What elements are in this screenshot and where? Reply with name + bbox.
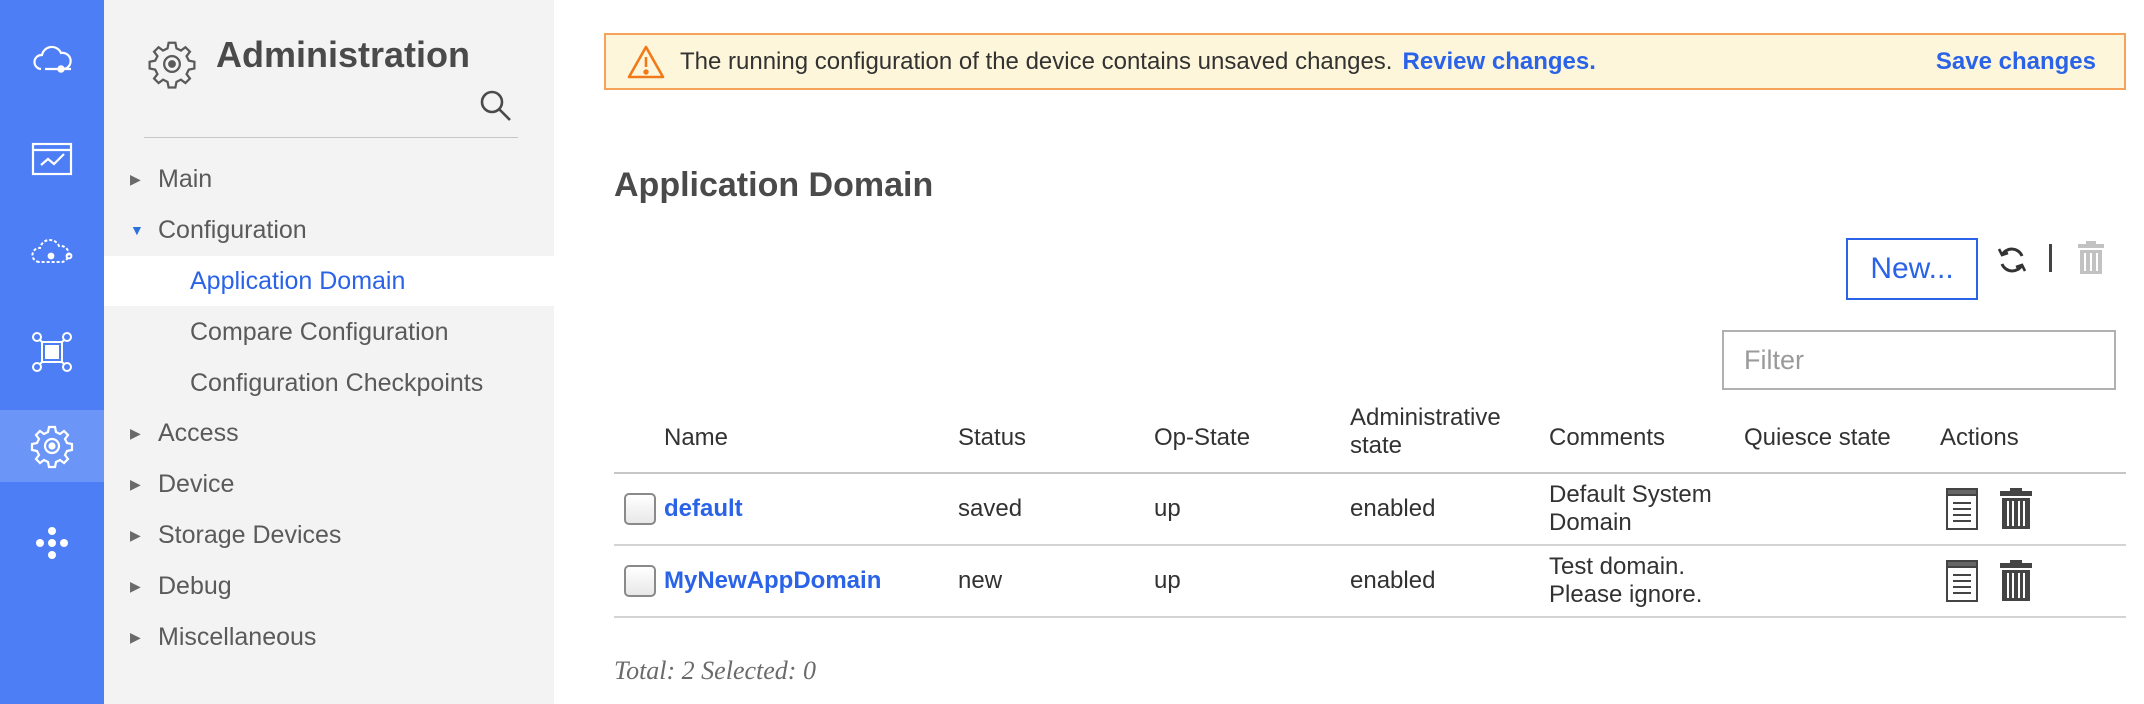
comments-cell: Test domain. Please ignore. [1549,553,1702,609]
rail-connectivity-button[interactable] [0,26,104,98]
comment-line: Default System [1549,481,1712,508]
rail-administration-button[interactable] [0,410,104,482]
domain-name-link[interactable]: MyNewAppDomain [664,567,881,595]
table-summary: Total: 2 Selected: 0 [614,656,816,685]
nav-item-label: Application Domain [190,266,406,295]
nav-item-label: Device [158,469,235,498]
save-changes-link[interactable]: Save changes [1936,48,2096,76]
nav-item-access[interactable]: ▶ Access [104,408,554,458]
column-header-name[interactable]: Name [664,424,728,452]
trash-icon[interactable] [1998,487,2034,531]
nav-item-application-domain[interactable]: Application Domain [104,256,554,306]
nav-item-storage-devices[interactable]: ▶ Storage Devices [104,510,554,560]
comment-line: Domain [1549,509,1632,536]
admin-state-cell: enabled [1350,567,1436,594]
navigation-panel: Administration ▶ Main ▼ Configuration Ap… [104,0,554,704]
trash-icon[interactable] [2074,240,2108,276]
banner-message: The running configuration of the device … [680,47,1393,75]
row-checkbox[interactable] [624,565,656,597]
warning-icon [627,45,665,78]
nav-item-miscellaneous[interactable]: ▶ Miscellaneous [104,612,554,662]
status-cell: new [958,567,1003,594]
caret-down-icon: ▼ [130,222,144,238]
gear-icon [148,41,196,89]
nav-title: Administration [216,34,471,75]
comment-line: Test domain. [1549,553,1686,580]
application-domain-table: Name Status Op-State Administrative stat… [614,400,2126,618]
icon-rail [0,0,104,704]
monitor-chart-icon [31,142,73,176]
nav-header: Administration [144,30,518,138]
caret-right-icon: ▶ [130,170,141,187]
gear-icon [30,425,74,469]
status-cell: saved [958,495,1023,522]
nav-item-main[interactable]: ▶ Main [104,154,554,204]
view-document-icon[interactable] [1944,559,1980,603]
unsaved-changes-banner: The running configuration of the device … [604,33,2126,90]
new-button[interactable]: New... [1846,238,1978,300]
nav-item-label: Access [158,418,239,447]
review-changes-link[interactable]: Review changes. [1402,48,1595,76]
caret-right-icon: ▶ [130,475,141,492]
caret-right-icon: ▶ [130,526,141,543]
nav-item-configuration-checkpoints[interactable]: Configuration Checkpoints [104,358,554,408]
refresh-icon[interactable] [1995,243,2029,277]
column-header-administrative-state[interactable]: Administrative state [1350,404,1501,460]
column-header-actions: Actions [1940,424,2019,451]
toolbar-separator [2049,244,2052,272]
table-row: MyNewAppDomain new up enabled Test domai… [614,546,2126,618]
table-header: Name Status Op-State Administrative stat… [614,400,2126,474]
nav-item-device[interactable]: ▶ Device [104,459,554,509]
caret-right-icon: ▶ [130,628,141,645]
rail-cloud-button[interactable] [0,218,104,290]
network-topology-icon [32,332,72,372]
nav-item-label: Configuration Checkpoints [190,368,484,397]
column-header-status[interactable]: Status [958,424,1026,452]
nav-item-label: Configuration [158,215,307,244]
column-header-line: Administrative [1350,404,1501,431]
column-header-line: state [1350,432,1403,459]
column-header-quiesce-state[interactable]: Quiesce state [1744,424,1891,452]
caret-right-icon: ▶ [130,424,141,441]
cloud-connect-icon [33,45,72,73]
filter-input[interactable] [1722,330,2116,390]
view-document-icon[interactable] [1944,487,1980,531]
opstate-cell: up [1154,567,1181,594]
nav-item-configuration[interactable]: ▼ Configuration [104,205,554,255]
apps-dots-icon [36,527,68,559]
opstate-cell: up [1154,495,1181,522]
nav-item-label: Storage Devices [158,520,342,549]
admin-state-cell: enabled [1350,495,1436,522]
cloud-network-icon [31,238,73,263]
nav-item-debug[interactable]: ▶ Debug [104,561,554,611]
caret-right-icon: ▶ [130,577,141,594]
rail-topology-button[interactable] [0,316,104,388]
table-row: default saved up enabled Default System … [614,474,2126,546]
rail-apps-button[interactable] [0,508,104,580]
row-checkbox[interactable] [624,493,656,525]
comment-line: Please ignore. [1549,581,1703,608]
search-icon[interactable] [478,88,514,124]
column-header-opstate[interactable]: Op-State [1154,424,1250,452]
nav-item-compare-configuration[interactable]: Compare Configuration [104,307,554,357]
nav-item-label: Debug [158,571,232,600]
comments-cell: Default System Domain [1549,481,1712,537]
rail-monitor-button[interactable] [0,124,104,196]
nav-item-label: Compare Configuration [190,317,449,346]
nav-item-label: Main [158,164,213,193]
page-title: Application Domain [614,166,934,204]
domain-name-link[interactable]: default [664,495,743,523]
nav-item-label: Miscellaneous [158,622,317,651]
column-header-comments[interactable]: Comments [1549,424,1665,452]
trash-icon[interactable] [1998,559,2034,603]
